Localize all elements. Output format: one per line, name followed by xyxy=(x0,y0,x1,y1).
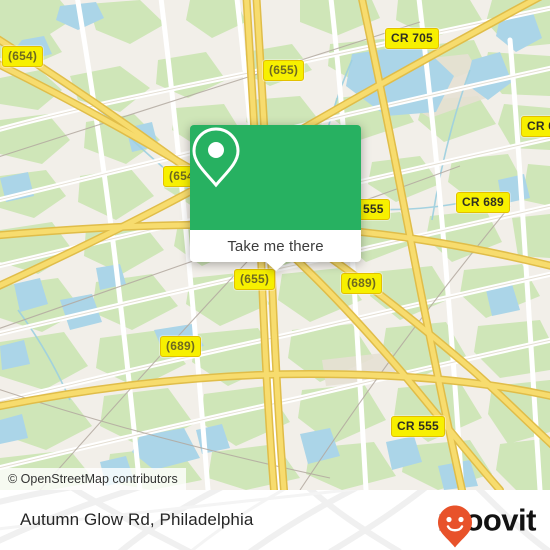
road-shield: (689) xyxy=(160,336,202,357)
take-me-there-button[interactable]: Take me there xyxy=(190,230,361,262)
road-shield: (654) xyxy=(2,46,44,67)
map-canvas[interactable]: (654)CR 705(655)CR 6(654555CR 689(655)(6… xyxy=(0,0,550,490)
moovit-pin-smiley-icon xyxy=(438,505,473,548)
road-shield: 555 xyxy=(357,199,390,220)
road-shield: CR 6 xyxy=(521,116,550,137)
road-shield: (689) xyxy=(341,273,383,294)
osm-attribution[interactable]: © OpenStreetMap contributors xyxy=(0,468,186,490)
popup-image-area xyxy=(190,125,361,230)
destination-popup-card[interactable]: Take me there xyxy=(190,125,361,271)
map-screenshot: (654)CR 705(655)CR 6(654555CR 689(655)(6… xyxy=(0,0,550,550)
moovit-logo[interactable]: moovit xyxy=(437,505,536,548)
map-pin-icon xyxy=(192,127,240,188)
road-shield: CR 555 xyxy=(391,416,445,437)
road-shield: CR 689 xyxy=(456,192,510,213)
place-name-label: Autumn Glow Rd, Philadelphia xyxy=(20,510,254,529)
road-shield: (655) xyxy=(263,60,305,81)
take-me-there-label: Take me there xyxy=(227,237,324,255)
footer-bar: Autumn Glow Rd, Philadelphia moovit xyxy=(0,490,550,550)
road-shield: CR 705 xyxy=(385,28,439,49)
road-shield: (655) xyxy=(234,269,276,290)
popup-pointer-tail xyxy=(265,262,286,271)
